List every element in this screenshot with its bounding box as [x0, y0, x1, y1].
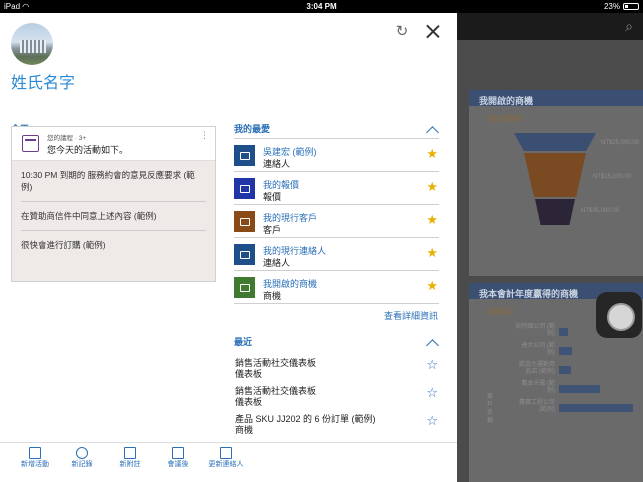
quick-actions-bar: 新增活動 新記錄 新附註 會議後 更新連絡人: [0, 442, 457, 482]
close-icon[interactable]: [423, 22, 443, 42]
new-record-button[interactable]: 新記錄: [60, 447, 104, 469]
quote-document-icon: [234, 178, 255, 199]
bar: [559, 328, 568, 336]
after-meeting-icon: [172, 447, 184, 459]
after-meeting-label: 會議後: [167, 461, 189, 468]
status-bar: iPad ◠ 3:04 PM 23%: [0, 0, 643, 13]
bar-label: 農本光電 (範例): [521, 381, 555, 394]
recent-title: 產品 SKU JJ202 的 6 份訂單 (範例): [235, 414, 376, 424]
recent-item[interactable]: 產品 SKU JJ202 的 6 份訂單 (範例) 商機 ☆: [234, 406, 439, 436]
agenda-card[interactable]: 您的議程 · 3+ 您今天的活動如下。 ⋮ 10:30 PM 到期的 服務約會的…: [11, 126, 216, 282]
new-activity-icon: [29, 447, 41, 459]
calendar-icon: [22, 135, 39, 152]
profile-panel: 姓氏名字 ↻ 今天 您的議程 · 3+ 您今天的活動如下。 ⋮ 10:30 PM…: [0, 13, 457, 482]
search-icon: ⌕: [625, 18, 633, 34]
avatar[interactable]: [11, 23, 53, 65]
contact-card-icon: [234, 145, 255, 166]
new-record-icon: [76, 447, 88, 459]
funnel-label: NT$15,000.00: [593, 174, 632, 180]
update-contact-label: 更新連絡人: [208, 461, 244, 468]
new-record-label: 新記錄: [71, 461, 93, 468]
recent-list: 銷售活動社交儀表板 儀表板 ☆ 銷售活動社交儀表板 儀表板 ☆ 產品 SKU J…: [234, 350, 439, 436]
favorite-type: 客戶: [263, 225, 282, 235]
bar: [559, 347, 572, 355]
background-card-opportunities: 我開啟的商機 預估營業額 NT$25,000.00 NT$15,000.00 N…: [469, 90, 643, 276]
assistive-touch-button[interactable]: [596, 292, 642, 338]
favorite-item[interactable]: 我的報價 報價 ★: [234, 172, 439, 205]
favorites-list: 吳建宏 (範例) 連絡人 ★ 我的報價 報價 ★ 我的現行客戶 客戶 ★ 我的現…: [234, 138, 439, 304]
star-outline-icon[interactable]: ☆: [426, 358, 438, 372]
favorite-type: 連絡人: [263, 159, 291, 169]
agenda-item[interactable]: 很快會進行訂購 (範例): [21, 231, 206, 259]
bar-label: 宏特國公司 (範例): [515, 324, 555, 337]
star-outline-icon[interactable]: ☆: [426, 414, 438, 428]
battery-status: 23%: [604, 2, 639, 11]
star-outline-icon[interactable]: ☆: [426, 386, 438, 400]
new-note-icon: [124, 447, 136, 459]
clock: 3:04 PM: [306, 2, 337, 11]
star-filled-icon[interactable]: ★: [426, 147, 438, 161]
refresh-icon[interactable]: ↻: [393, 23, 411, 41]
new-note-label: 新附註: [119, 461, 141, 468]
battery-icon: [623, 3, 639, 10]
see-more-link[interactable]: 查看詳細資訊: [234, 309, 438, 322]
background-topbar: ⌕: [457, 13, 643, 40]
favorite-type: 連絡人: [263, 258, 291, 268]
account-icon: [234, 211, 255, 232]
funnel-segment: [514, 133, 596, 151]
bar: [559, 366, 571, 374]
favorite-item[interactable]: 我的現行連絡人 連絡人 ★: [234, 238, 439, 271]
funnel-segment: [524, 153, 586, 197]
bar-label: 農寶工程公司 (範例): [518, 400, 555, 413]
favorite-item[interactable]: 我的現行客戶 客戶 ★: [234, 205, 439, 238]
bar-label: 達大公司 (範例): [521, 343, 555, 356]
background-dashboard: ⌕ 我開啟的商機 預估營業額 NT$25,000.00 NT$15,000.00…: [457, 13, 643, 482]
favorite-type: 商機: [263, 291, 282, 301]
star-filled-icon[interactable]: ★: [426, 279, 438, 293]
new-activity-label: 新增活動: [21, 461, 49, 468]
agenda-summary: 您今天的活動如下。: [47, 145, 129, 155]
contact-card-icon: [234, 244, 255, 265]
agenda-card-header: 您的議程 · 3+ 您今天的活動如下。 ⋮: [12, 127, 215, 161]
favorites-heading: 我的最愛: [234, 124, 271, 134]
recent-type: 商機: [235, 425, 254, 435]
favorite-item[interactable]: 我開啟的商機 商機 ★: [234, 271, 439, 304]
star-filled-icon[interactable]: ★: [426, 213, 438, 227]
new-note-button[interactable]: 新附註: [108, 447, 152, 469]
user-name: 姓氏名字: [11, 75, 76, 92]
new-activity-button[interactable]: 新增活動: [13, 447, 57, 469]
battery-percent: 23%: [603, 2, 620, 11]
agenda-item[interactable]: 在贊助商信件中同意上述內容 (範例): [21, 202, 206, 231]
agenda-item[interactable]: 10:30 PM 到期的 服務約會的意見反應要求 (範例): [21, 161, 206, 202]
bar-axis-title: 客戶名稱: [487, 394, 494, 424]
funnel-label: NT$35,000.00: [581, 208, 620, 214]
background-card-subtitle: 預估營業額: [487, 116, 522, 123]
recent-heading: 最近: [234, 337, 253, 347]
favorite-type: 報價: [263, 192, 282, 202]
bar: [559, 404, 633, 412]
bar: [559, 385, 600, 393]
funnel-label: NT$25,000.00: [601, 140, 640, 146]
star-filled-icon[interactable]: ★: [426, 246, 438, 260]
opportunity-icon: [234, 277, 255, 298]
update-contact-icon: [220, 447, 232, 459]
recent-item[interactable]: 銷售活動社交儀表板 儀表板 ☆: [234, 378, 439, 408]
favorite-item[interactable]: 吳建宏 (範例) 連絡人 ★: [234, 139, 439, 172]
funnel-segment: [535, 199, 575, 225]
agenda-label: 您的議程 · 3+: [47, 135, 87, 142]
recent-item[interactable]: 銷售活動社交儀表板 儀表板 ☆: [234, 350, 439, 380]
chevron-up-icon[interactable]: [426, 126, 439, 139]
bar-label: 凱旋大運動用品店 (範例): [518, 362, 555, 375]
more-options-icon[interactable]: ⋮: [200, 130, 209, 141]
background-card-title: 我開啟的商機: [469, 90, 643, 106]
after-meeting-button[interactable]: 會議後: [156, 447, 200, 469]
update-contact-button[interactable]: 更新連絡人: [204, 447, 248, 469]
star-filled-icon[interactable]: ★: [426, 180, 438, 194]
